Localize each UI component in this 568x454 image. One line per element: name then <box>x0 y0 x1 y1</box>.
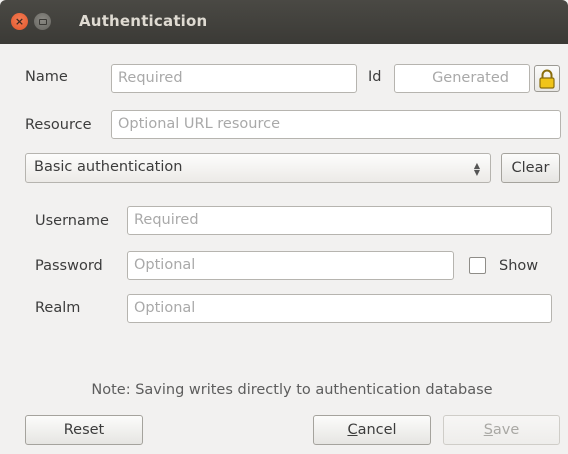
show-label: Show <box>499 258 539 274</box>
resource-label: Resource <box>25 117 92 133</box>
username-field[interactable]: Required <box>127 206 552 235</box>
auth-method-select[interactable]: Basic authentication ▲ ▼ <box>25 153 491 183</box>
realm-label: Realm <box>35 300 81 316</box>
realm-field[interactable]: Optional <box>127 294 552 323</box>
lock-glyph <box>539 69 555 89</box>
show-password-checkbox[interactable] <box>469 257 486 274</box>
password-field[interactable]: Optional <box>127 251 454 280</box>
save-button[interactable]: Save <box>443 415 560 445</box>
save-mnemonic: S <box>483 422 493 438</box>
cancel-label-rest: ancel <box>357 422 397 438</box>
lock-icon[interactable] <box>534 65 560 92</box>
save-label-rest: ave <box>492 422 520 438</box>
window-title: Authentication <box>79 12 208 30</box>
id-field[interactable]: Generated <box>394 64 530 93</box>
cancel-mnemonic: C <box>347 422 358 438</box>
note-text: Note: Saving writes directly to authenti… <box>91 382 493 398</box>
reset-button[interactable]: Reset <box>25 415 143 445</box>
auth-method-value: Basic authentication <box>34 159 183 175</box>
clear-button[interactable]: Clear <box>501 153 560 183</box>
cancel-button[interactable]: Cancel <box>313 415 431 445</box>
authentication-dialog: × Authentication Name Required Id Genera… <box>0 0 568 454</box>
updown-arrows-icon: ▲ ▼ <box>473 161 480 177</box>
password-label: Password <box>35 258 103 274</box>
id-label: Id <box>368 69 382 85</box>
username-label: Username <box>35 213 109 229</box>
title-bar: × Authentication <box>0 0 568 44</box>
close-icon[interactable]: × <box>11 13 28 30</box>
name-label: Name <box>25 69 68 85</box>
resource-field[interactable]: Optional URL resource <box>111 110 561 139</box>
minimize-icon[interactable] <box>34 13 51 30</box>
name-field[interactable]: Required <box>111 64 357 93</box>
